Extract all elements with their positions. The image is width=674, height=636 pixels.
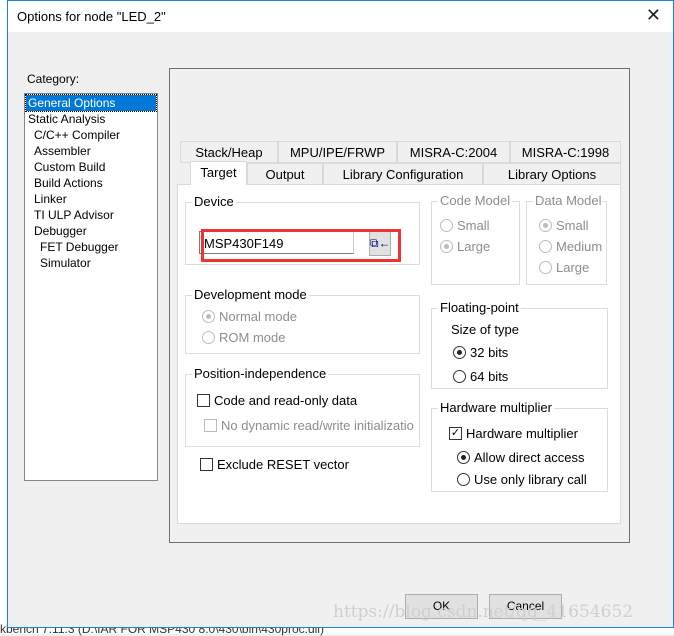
data-model-medium-radio[interactable]: Medium — [539, 239, 602, 254]
hardware-multiplier-group: Hardware multiplier ✓ Hardware multiplier… — [431, 400, 608, 492]
size-of-type-label: Size of type — [451, 322, 519, 337]
data-model-title: Data Model — [533, 193, 604, 208]
tab-target[interactable]: Target — [190, 161, 247, 185]
tab-misra-1998[interactable]: MISRA-C:1998 — [510, 141, 621, 163]
code-model-small-radio[interactable]: Small — [440, 218, 490, 233]
normal-mode-radio[interactable]: Normal mode — [202, 309, 297, 324]
64-bits-radio[interactable]: 64 bits — [453, 369, 508, 384]
code-model-title: Code Model — [438, 193, 513, 208]
code-model-group: Code Model Small Large — [431, 193, 520, 285]
floating-point-title: Floating-point — [438, 300, 521, 315]
code-model-large-radio[interactable]: Large — [440, 239, 490, 254]
development-mode-group: Development mode Normal mode ROM mode — [185, 287, 420, 354]
data-model-large-radio[interactable]: Large — [539, 260, 589, 275]
tab-mpu-ipe-frwp[interactable]: MPU/IPE/FRWP — [278, 141, 397, 163]
category-item-build-actions[interactable]: Build Actions — [26, 175, 156, 191]
category-item-ti-ulp-advisor[interactable]: TI ULP Advisor — [26, 207, 156, 223]
category-item-assembler[interactable]: Assembler — [26, 143, 156, 159]
watermark: https://blog.csdn.net/qq_41654652 — [333, 602, 634, 622]
floating-point-group: Floating-point Size of type 32 bits 64 b… — [431, 300, 608, 389]
device-group-title: Device — [192, 194, 236, 209]
development-mode-title: Development mode — [192, 287, 309, 302]
close-icon[interactable]: ✕ — [646, 5, 661, 26]
hardware-multiplier-checkbox[interactable]: ✓ Hardware multiplier — [449, 426, 578, 441]
category-item-simulator[interactable]: Simulator — [26, 255, 156, 271]
title-bar: Options for node "LED_2" ✕ — [8, 1, 673, 32]
allow-direct-access-radio[interactable]: Allow direct access — [457, 450, 585, 465]
category-item-custom-build[interactable]: Custom Build — [26, 159, 156, 175]
data-model-small-radio[interactable]: Small — [539, 218, 589, 233]
position-independence-group: Position-independence Code and read-only… — [185, 366, 420, 447]
hardware-multiplier-title: Hardware multiplier — [438, 400, 554, 415]
category-label: Category: — [27, 72, 80, 86]
category-item-general-options[interactable]: General Options — [25, 94, 157, 112]
data-model-group: Data Model Small Medium Large — [526, 193, 607, 285]
code-read-only-checkbox[interactable]: Code and read-only data — [197, 393, 357, 408]
category-list[interactable]: General Options Static Analysis C/C++ Co… — [24, 93, 158, 481]
category-item-linker[interactable]: Linker — [26, 191, 156, 207]
category-item-static-analysis[interactable]: Static Analysis — [26, 111, 156, 127]
position-independence-title: Position-independence — [192, 366, 329, 381]
highlight-box — [201, 229, 401, 262]
rom-mode-radio[interactable]: ROM mode — [202, 330, 285, 345]
32-bits-radio[interactable]: 32 bits — [453, 345, 508, 360]
tab-library-configuration[interactable]: Library Configuration — [323, 163, 483, 185]
exclude-reset-checkbox[interactable]: Exclude RESET vector — [200, 457, 349, 472]
category-item-debugger[interactable]: Debugger — [26, 223, 156, 239]
tab-stack-heap[interactable]: Stack/Heap — [180, 141, 278, 163]
category-item-fet-debugger[interactable]: FET Debugger — [26, 239, 156, 255]
tab-misra-2004[interactable]: MISRA-C:2004 — [397, 141, 510, 163]
tab-library-options[interactable]: Library Options — [483, 163, 621, 185]
tab-output[interactable]: Output — [247, 163, 323, 185]
dialog-title: Options for node "LED_2" — [17, 9, 166, 24]
options-dialog: Options for node "LED_2" ✕ Category: Gen… — [7, 0, 674, 628]
category-item-c-compiler[interactable]: C/C++ Compiler — [26, 127, 156, 143]
no-dynamic-init-checkbox[interactable]: No dynamic read/write initializatio — [204, 418, 419, 433]
use-library-call-radio[interactable]: Use only library call — [457, 472, 587, 487]
